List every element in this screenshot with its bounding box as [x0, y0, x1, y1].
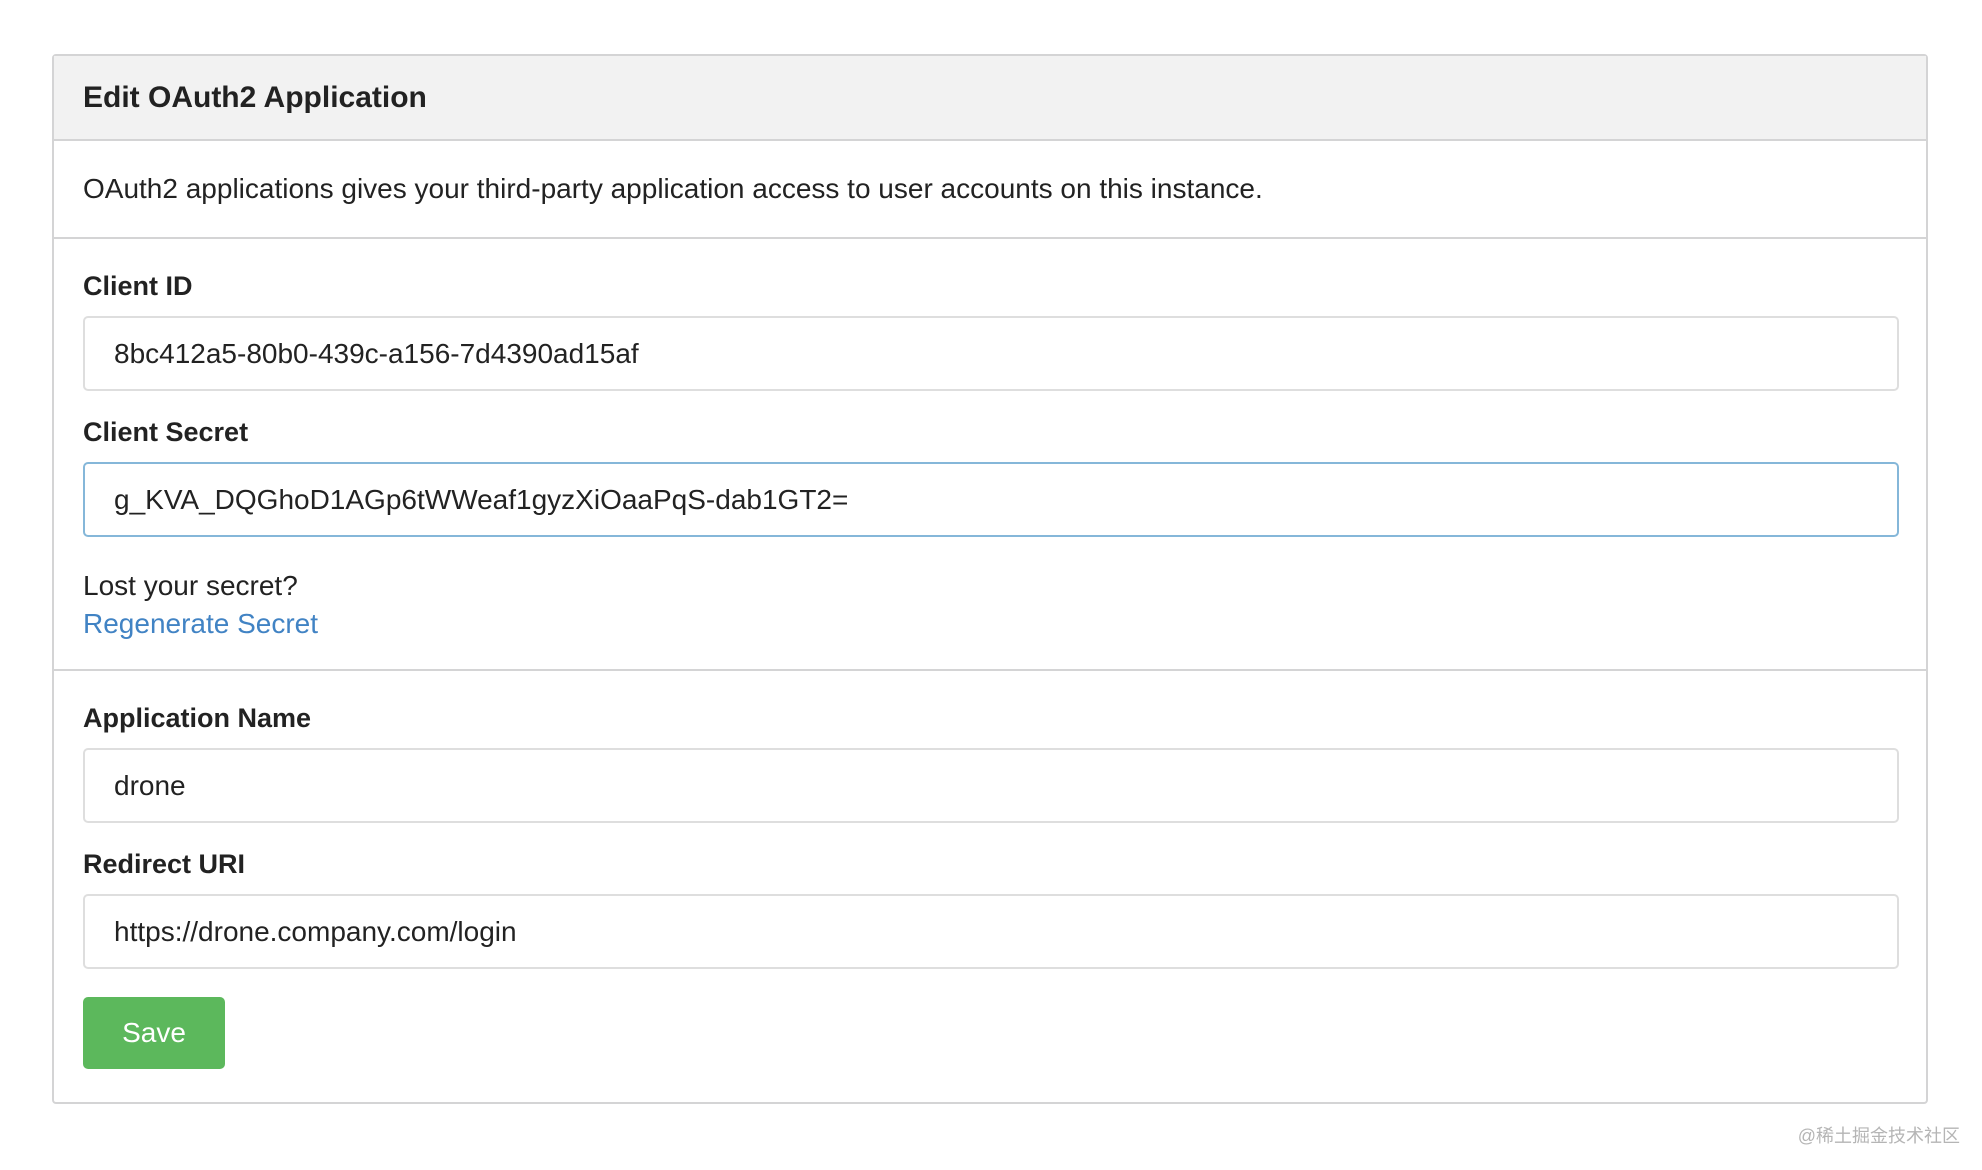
application-settings-section: Application Name Redirect URI Save: [54, 671, 1926, 1097]
redirect-uri-input[interactable]: [83, 894, 1899, 969]
client-id-field: Client ID: [83, 239, 1899, 391]
panel-title: Edit OAuth2 Application: [54, 56, 1926, 141]
regenerate-secret-link[interactable]: Regenerate Secret: [83, 605, 318, 643]
client-secret-input[interactable]: [83, 462, 1899, 537]
watermark: @稀土掘金技术社区: [1797, 1126, 1960, 1146]
redirect-uri-label: Redirect URI: [83, 849, 246, 879]
lost-secret-text: Lost your secret?: [83, 570, 298, 601]
oauth2-edit-panel: Edit OAuth2 Application OAuth2 applicati…: [52, 54, 1928, 1104]
lost-secret-block: Lost your secret? Regenerate Secret: [83, 537, 1897, 669]
application-name-label: Application Name: [83, 703, 312, 733]
application-name-input[interactable]: [83, 748, 1899, 823]
client-secret-field: Client Secret: [83, 391, 1899, 537]
save-button[interactable]: Save: [83, 997, 225, 1069]
application-name-field: Application Name: [83, 671, 1899, 823]
client-credentials-section: Client ID Client Secret Lost your secret…: [54, 239, 1926, 671]
client-id-input[interactable]: [83, 316, 1899, 391]
redirect-uri-field: Redirect URI: [83, 823, 1899, 969]
client-id-label: Client ID: [83, 271, 193, 301]
panel-description: OAuth2 applications gives your third-par…: [83, 173, 1263, 204]
client-secret-label: Client Secret: [83, 417, 249, 447]
